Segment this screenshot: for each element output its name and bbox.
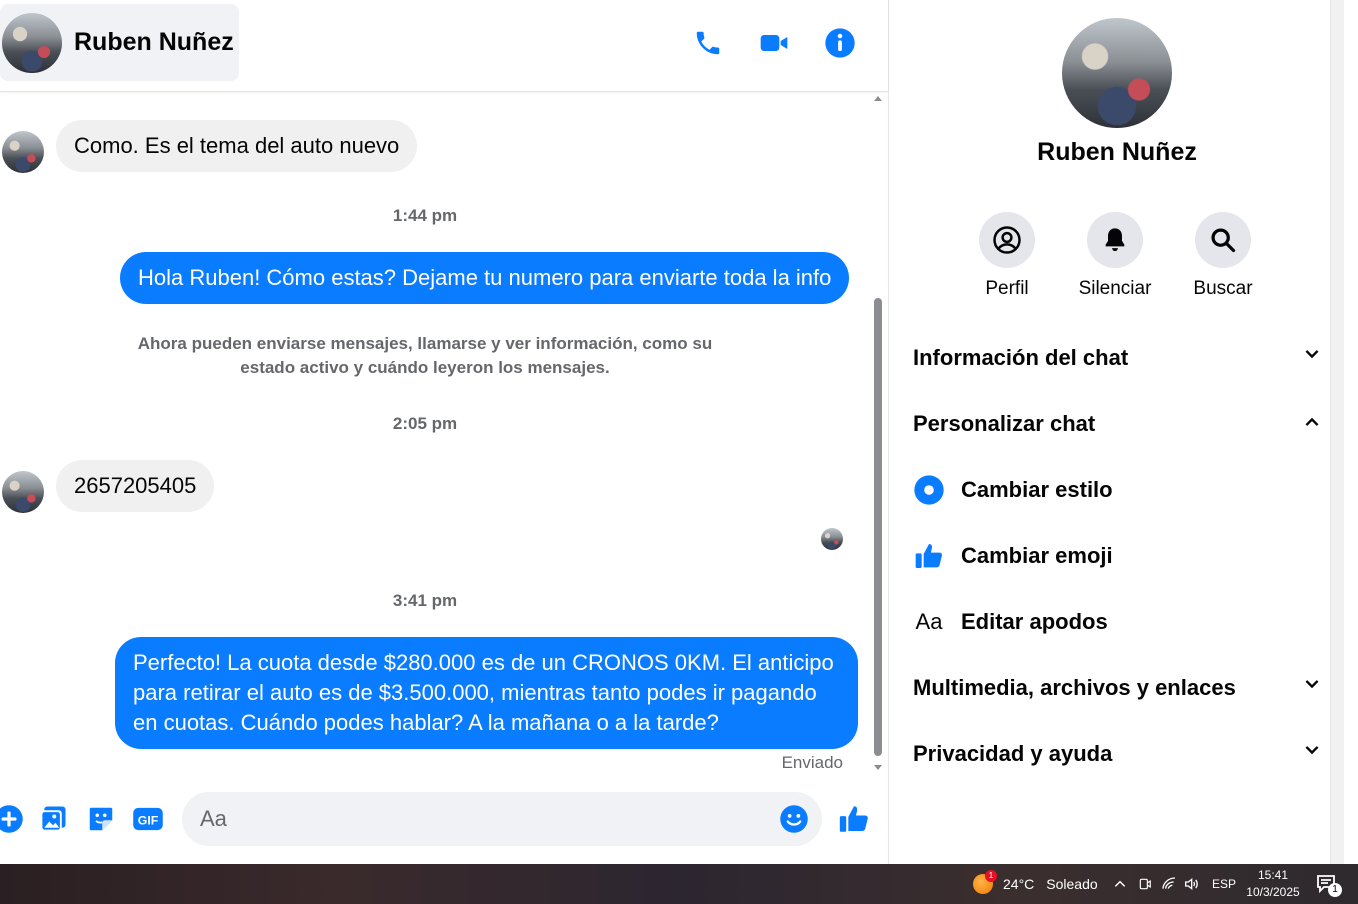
message-list[interactable]: Como. Es el tema del auto nuevo 1:44 pm …	[0, 92, 870, 780]
taskbar: 1 24°C Soleado ESP 15:41 10/3/2025 1	[0, 864, 1358, 904]
search-button[interactable]: Buscar	[1178, 212, 1268, 300]
notification-count: 1	[1328, 883, 1342, 897]
video-call-icon[interactable]	[757, 26, 791, 60]
mute-button-label: Silenciar	[1078, 278, 1152, 299]
taskbar-clock[interactable]: 15:41 10/3/2025	[1238, 867, 1308, 901]
profile-button-label: Perfil	[985, 278, 1029, 299]
profile-button[interactable]: Perfil	[962, 212, 1052, 300]
weather-widget[interactable]: 1 24°C Soleado	[973, 864, 1098, 904]
theme-icon	[913, 474, 945, 506]
profile-name: Ruben Nuñez	[1037, 138, 1197, 166]
change-emoji-label: Cambiar emoji	[961, 543, 1113, 568]
chevron-down-icon	[1301, 674, 1323, 702]
meet-now-icon[interactable]	[1138, 864, 1152, 904]
search-icon[interactable]	[1195, 212, 1251, 268]
incoming-message[interactable]: Como. Es el tema del auto nuevo	[56, 120, 418, 172]
section-media[interactable]: Multimedia, archivos y enlaces	[913, 663, 1323, 713]
scroll-thumb[interactable]	[874, 298, 882, 756]
chevron-up-icon	[1301, 410, 1323, 438]
section-chat-info-label: Información del chat	[913, 345, 1129, 370]
message-timestamp: 3:41 pm	[392, 591, 458, 610]
svg-text:GIF: GIF	[138, 814, 159, 828]
chat-info-panel: Ruben Nuñez Perfil Silenciar Buscar Info…	[888, 0, 1344, 864]
weather-condition: Soleado	[1046, 876, 1098, 892]
weather-sun-icon: 1	[973, 870, 997, 894]
plus-icon[interactable]	[0, 802, 26, 836]
edit-nicknames-option[interactable]: Aa Editar apodos	[913, 597, 1323, 647]
outgoing-message[interactable]: Perfecto! La cuota desde $280.000 es de …	[115, 637, 858, 749]
info-icon[interactable]	[823, 26, 857, 60]
wifi-icon[interactable]	[1161, 864, 1177, 904]
contact-avatar[interactable]	[2, 12, 62, 73]
gif-icon[interactable]: GIF	[131, 802, 165, 836]
bell-icon[interactable]	[1087, 212, 1143, 268]
contact-avatar-small[interactable]	[2, 131, 44, 173]
mute-button[interactable]: Silenciar	[1070, 212, 1160, 300]
scroll-up-arrow[interactable]	[874, 96, 882, 101]
section-customize-chat[interactable]: Personalizar chat	[913, 399, 1323, 449]
message-timestamp: 1:44 pm	[392, 206, 458, 225]
notification-center-icon[interactable]: 1	[1316, 874, 1342, 897]
sticker-icon[interactable]	[84, 802, 118, 836]
image-icon[interactable]	[36, 802, 70, 836]
chat-header: Ruben Nuñez	[0, 0, 888, 92]
contact-name[interactable]: Ruben Nuñez	[74, 28, 234, 57]
tray-chevron-up-icon[interactable]	[1113, 864, 1127, 904]
message-composer: GIF	[0, 780, 888, 864]
clock-date: 10/3/2025	[1246, 885, 1300, 899]
weather-temp: 24°C	[1003, 876, 1035, 892]
message-status: Enviado	[781, 753, 843, 772]
chevron-down-icon	[1301, 740, 1323, 768]
thumbs-up-icon[interactable]	[837, 802, 871, 836]
section-chat-info[interactable]: Información del chat	[913, 333, 1323, 383]
language-indicator[interactable]: ESP	[1212, 864, 1236, 904]
read-receipt-avatar	[821, 528, 843, 550]
change-style-label: Cambiar estilo	[961, 477, 1113, 502]
message-timestamp: 2:05 pm	[392, 414, 458, 433]
chat-window: Ruben Nuñez Como. Es el tema del auto nu…	[0, 0, 888, 864]
outgoing-message[interactable]: Hola Ruben! Cómo estas? Dejame tu numero…	[120, 252, 850, 304]
change-emoji-option[interactable]: Cambiar emoji	[913, 531, 1323, 581]
section-privacy-label: Privacidad y ayuda	[913, 741, 1113, 766]
profile-avatar[interactable]	[1062, 18, 1172, 128]
panel-scrollbar[interactable]	[1330, 0, 1344, 864]
volume-icon[interactable]	[1183, 864, 1199, 904]
clock-time: 15:41	[1257, 868, 1289, 882]
message-input-box[interactable]	[182, 792, 822, 846]
search-button-label: Buscar	[1193, 278, 1253, 299]
text-aa-icon: Aa	[915, 609, 943, 634]
contact-header-button[interactable]: Ruben Nuñez	[0, 4, 239, 81]
thumbs-up-icon	[913, 540, 945, 572]
profile-icon[interactable]	[979, 212, 1035, 268]
contact-avatar-small[interactable]	[2, 471, 44, 513]
emoji-icon[interactable]	[777, 802, 811, 836]
chat-scrollbar[interactable]	[872, 92, 884, 774]
message-input[interactable]	[200, 804, 760, 834]
phone-icon[interactable]	[691, 26, 725, 60]
section-media-label: Multimedia, archivos y enlaces	[913, 675, 1236, 700]
weather-badge: 1	[985, 870, 997, 882]
chevron-down-icon	[1301, 344, 1323, 372]
change-style-option[interactable]: Cambiar estilo	[913, 465, 1323, 515]
incoming-message[interactable]: 2657205405	[56, 460, 215, 512]
section-privacy[interactable]: Privacidad y ayuda	[913, 729, 1323, 779]
scroll-down-arrow[interactable]	[874, 765, 882, 770]
edit-nicknames-label: Editar apodos	[961, 609, 1108, 634]
section-customize-label: Personalizar chat	[913, 411, 1096, 436]
system-notice: Ahora pueden enviarse mensajes, llamarse…	[137, 334, 713, 377]
